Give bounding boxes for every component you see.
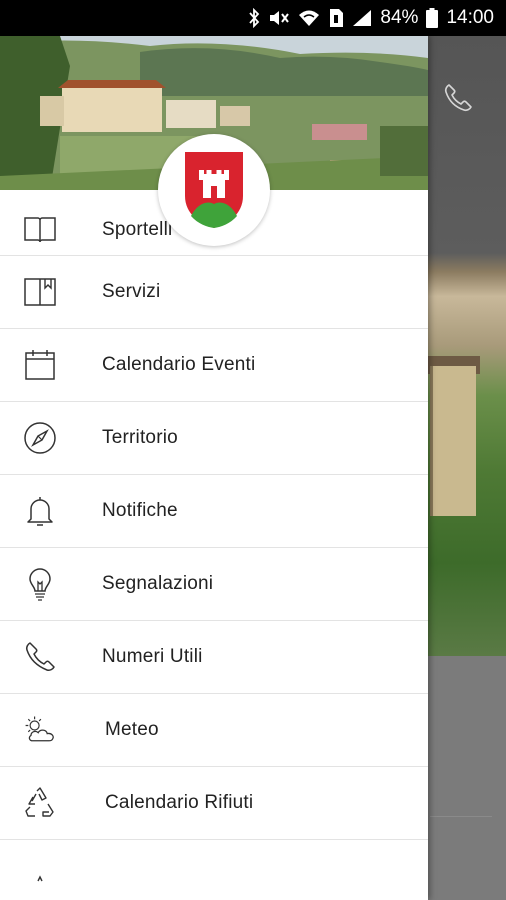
- background-photo: [428, 36, 506, 656]
- menu-item-label: Territorio: [102, 427, 178, 448]
- background-content-area: [428, 656, 506, 900]
- book-icon: [22, 274, 58, 310]
- menu-item-meteo[interactable]: Meteo: [0, 694, 428, 767]
- signal-icon: [352, 8, 372, 28]
- menu-item-next[interactable]: [0, 840, 428, 900]
- menu-item-label: Servizi: [102, 281, 161, 302]
- menu-item-label: Notifiche: [102, 500, 178, 521]
- mute-icon: [268, 8, 290, 28]
- sim-icon: [328, 8, 344, 28]
- menu-item-label: Segnalazioni: [102, 573, 214, 594]
- compass-icon: [22, 420, 58, 456]
- menu-item-label: Meteo: [105, 719, 159, 740]
- crest-shield-icon: [185, 152, 243, 228]
- calendar-icon: [22, 347, 58, 383]
- menu-item-servizi[interactable]: Servizi: [0, 256, 428, 329]
- phone-icon: [22, 639, 58, 675]
- recycle-icon: [22, 785, 58, 821]
- status-bar: 84% 14:00: [0, 0, 506, 36]
- lightbulb-icon: [22, 566, 58, 602]
- clock: 14:00: [446, 7, 494, 28]
- menu-item-segnalazioni[interactable]: Segnalazioni: [0, 548, 428, 621]
- menu-item-territorio[interactable]: Territorio: [0, 402, 428, 475]
- drawer-menu: Sportelli Servizi Calendario Eventi Terr…: [0, 217, 428, 900]
- menu-item-label: Calendario Eventi: [102, 354, 256, 375]
- menu-item-numeri-utili[interactable]: Numeri Utili: [0, 621, 428, 694]
- menu-item-calendario-eventi[interactable]: Calendario Eventi: [0, 329, 428, 402]
- bluetooth-icon: [248, 8, 260, 28]
- wifi-icon: [298, 8, 320, 28]
- bell-icon: [22, 493, 58, 529]
- menu-item-calendario-rifiuti[interactable]: Calendario Rifiuti: [0, 767, 428, 840]
- municipality-crest: [158, 134, 270, 246]
- weather-icon: [22, 712, 58, 748]
- phone-icon[interactable]: [440, 80, 476, 116]
- navigation-drawer: Sportelli Servizi Calendario Eventi Terr…: [0, 36, 428, 900]
- background-house: [430, 366, 476, 516]
- menu-item-label: Calendario Rifiuti: [105, 792, 254, 813]
- menu-item-notifiche[interactable]: Notifiche: [0, 475, 428, 548]
- menu-item-label: Numeri Utili: [102, 646, 203, 667]
- battery-icon: [426, 8, 439, 28]
- cut-off-icon: [22, 847, 58, 883]
- background-divider: [430, 816, 492, 817]
- battery-percent: 84%: [380, 7, 419, 28]
- menu-item-label: Sportelli: [102, 219, 173, 241]
- book-open-icon: [22, 212, 58, 248]
